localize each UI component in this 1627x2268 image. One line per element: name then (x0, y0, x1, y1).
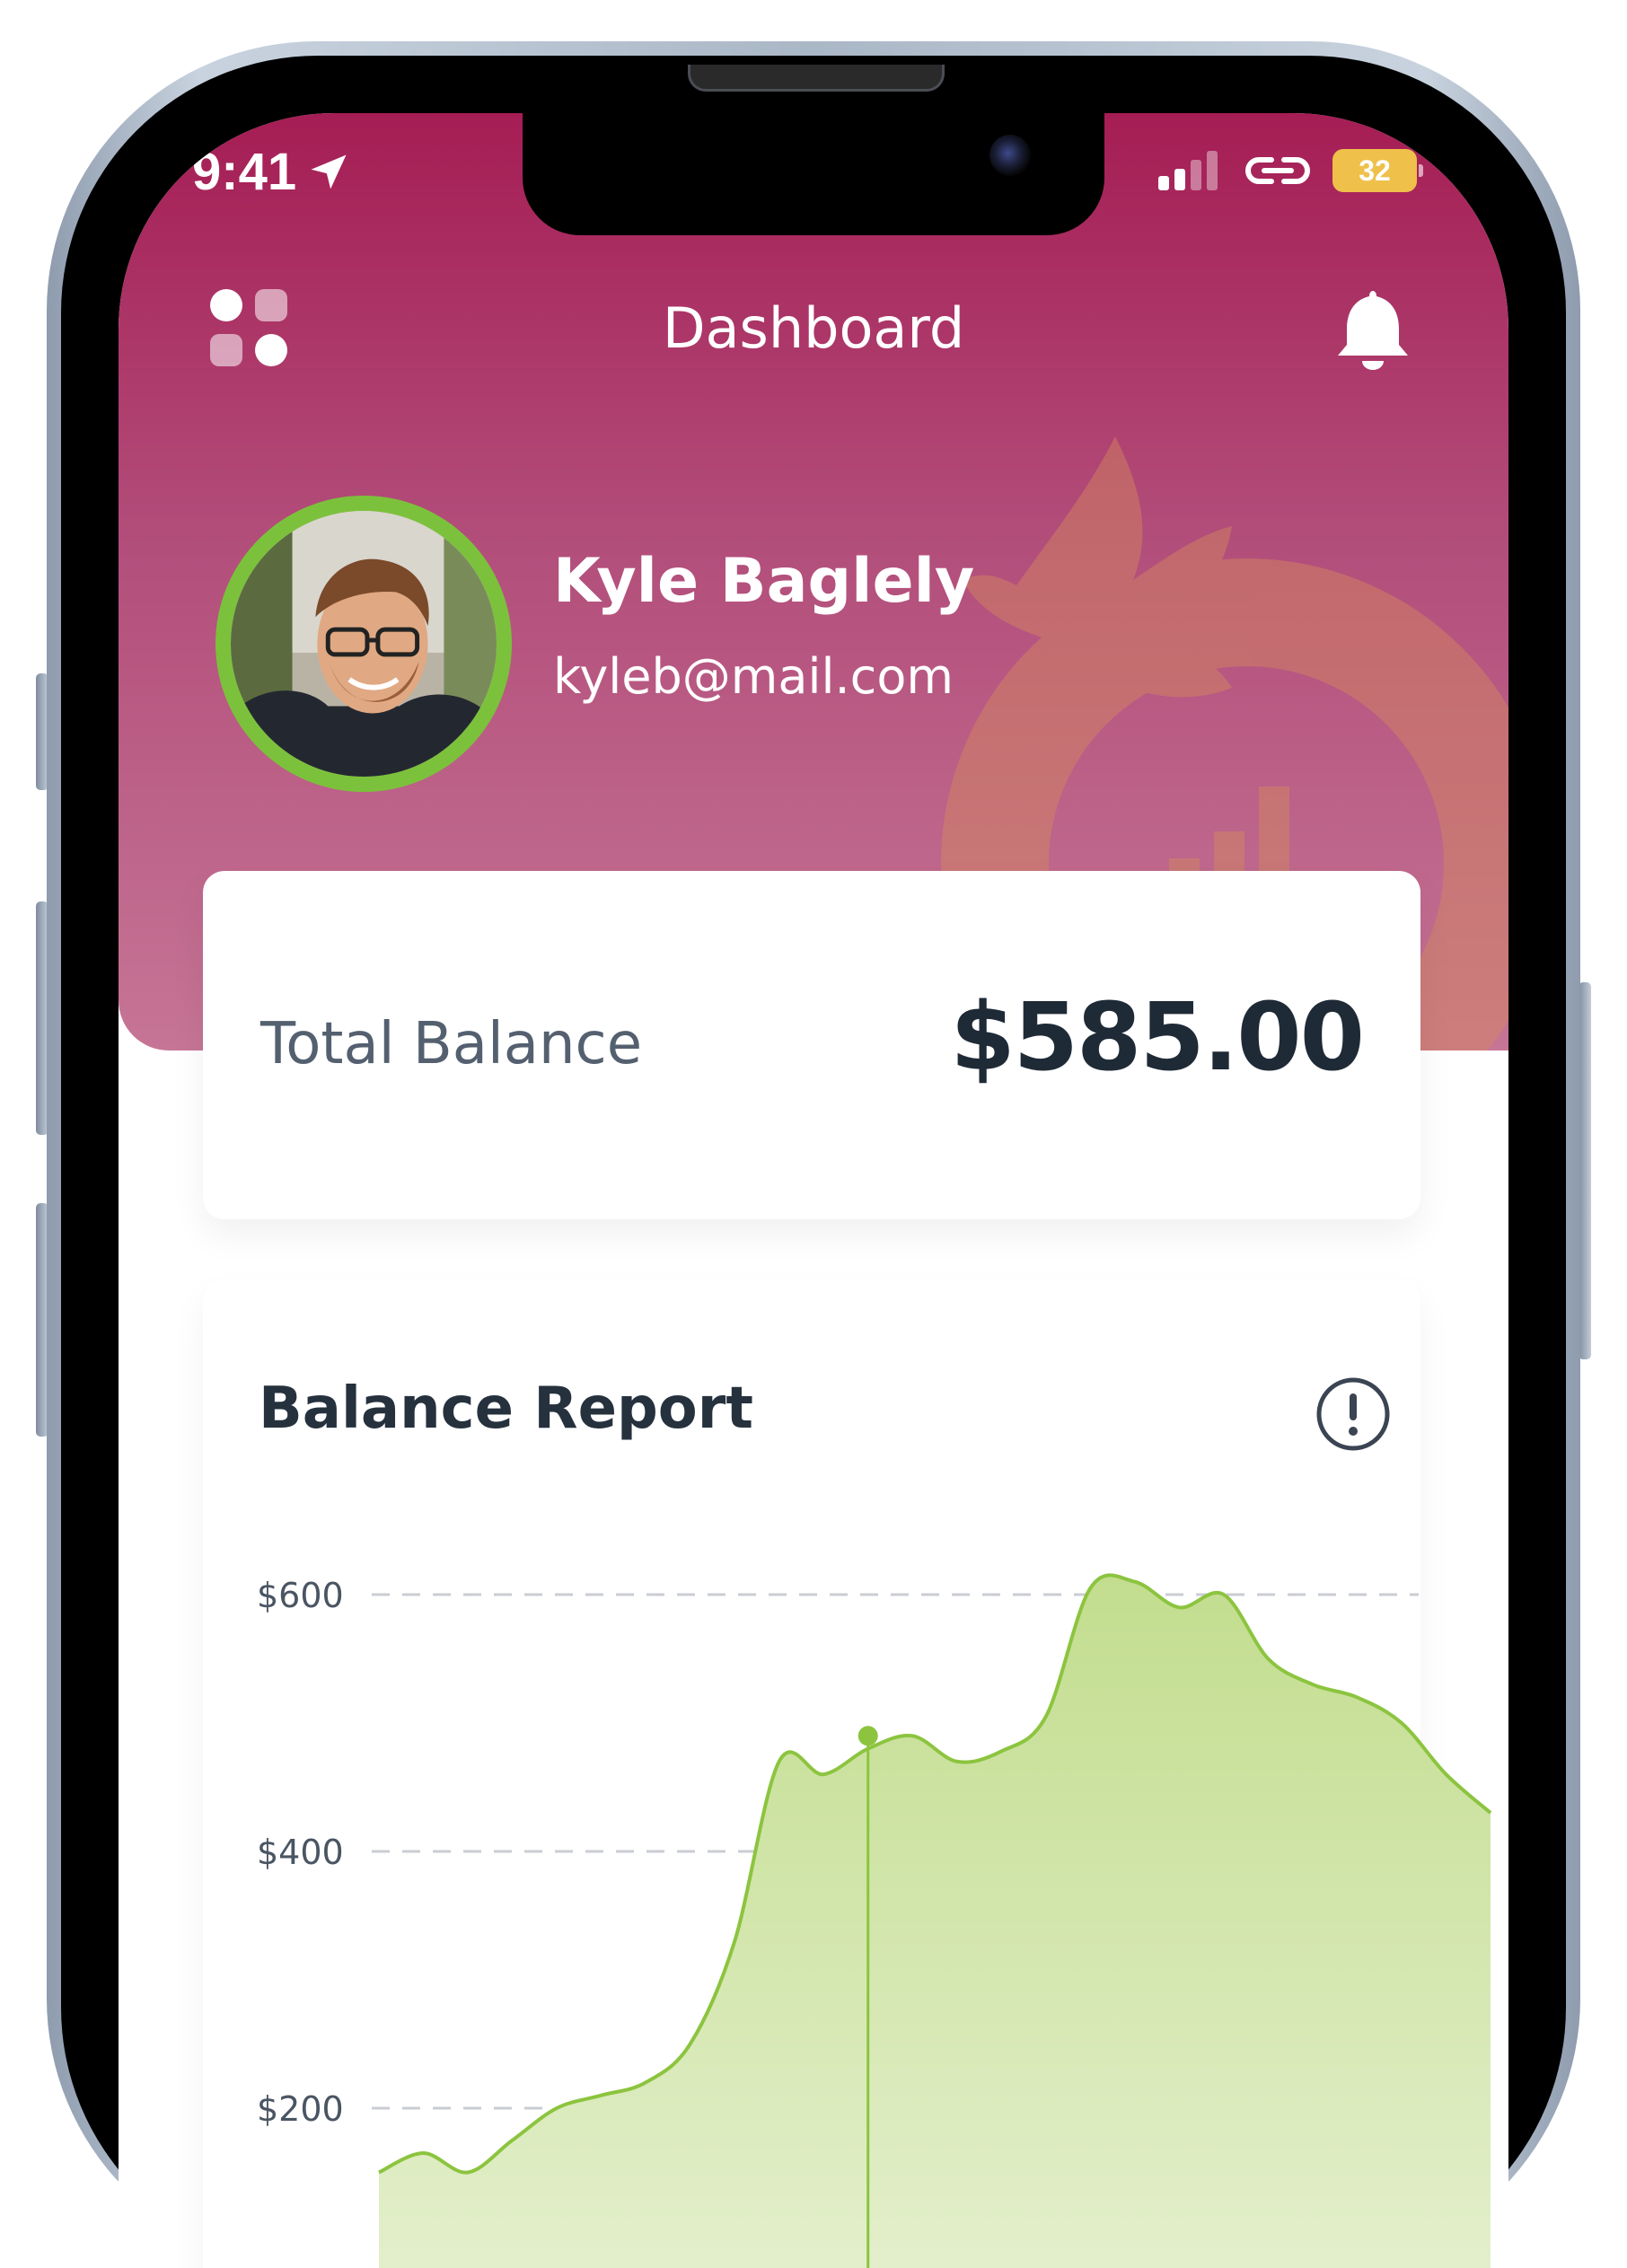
phone-mockup: 9:41 32 Dashboard Kyle Baglely kyleb@mai… (0, 0, 1627, 2268)
user-email: kyleb@mail.com (553, 648, 954, 705)
battery-tip (1419, 164, 1423, 177)
app-screen: 9:41 32 Dashboard Kyle Baglely kyleb@mai… (119, 113, 1508, 2268)
status-time: 9:41 (192, 136, 352, 208)
info-icon[interactable] (1313, 1374, 1394, 1455)
report-title: Balance Report (259, 1376, 753, 1442)
battery-level: 32 (1359, 154, 1391, 187)
power-button (1579, 982, 1591, 1359)
notch (523, 113, 1104, 235)
signal-icon (1158, 151, 1218, 190)
grid-menu-icon[interactable] (208, 287, 289, 368)
front-camera (989, 135, 1031, 176)
balance-label: Total Balance (260, 1011, 643, 1077)
battery-icon: 32 (1332, 149, 1423, 192)
earpiece-speaker (688, 65, 945, 92)
clock-text: 9:41 (192, 143, 297, 201)
location-arrow-icon (311, 154, 347, 189)
user-name: Kyle Baglely (553, 546, 975, 617)
avatar[interactable] (215, 496, 512, 792)
avatar-photo (230, 510, 497, 778)
page-title: Dashboard (662, 295, 965, 361)
link-icon (1245, 157, 1310, 184)
balance-value: $585.00 (950, 982, 1365, 1092)
bell-icon[interactable] (1334, 286, 1412, 375)
status-icons: 32 (1156, 138, 1423, 203)
total-balance-card[interactable]: Total Balance $585.00 (203, 871, 1420, 1219)
balance-report-card: Balance Report (203, 1280, 1420, 2268)
